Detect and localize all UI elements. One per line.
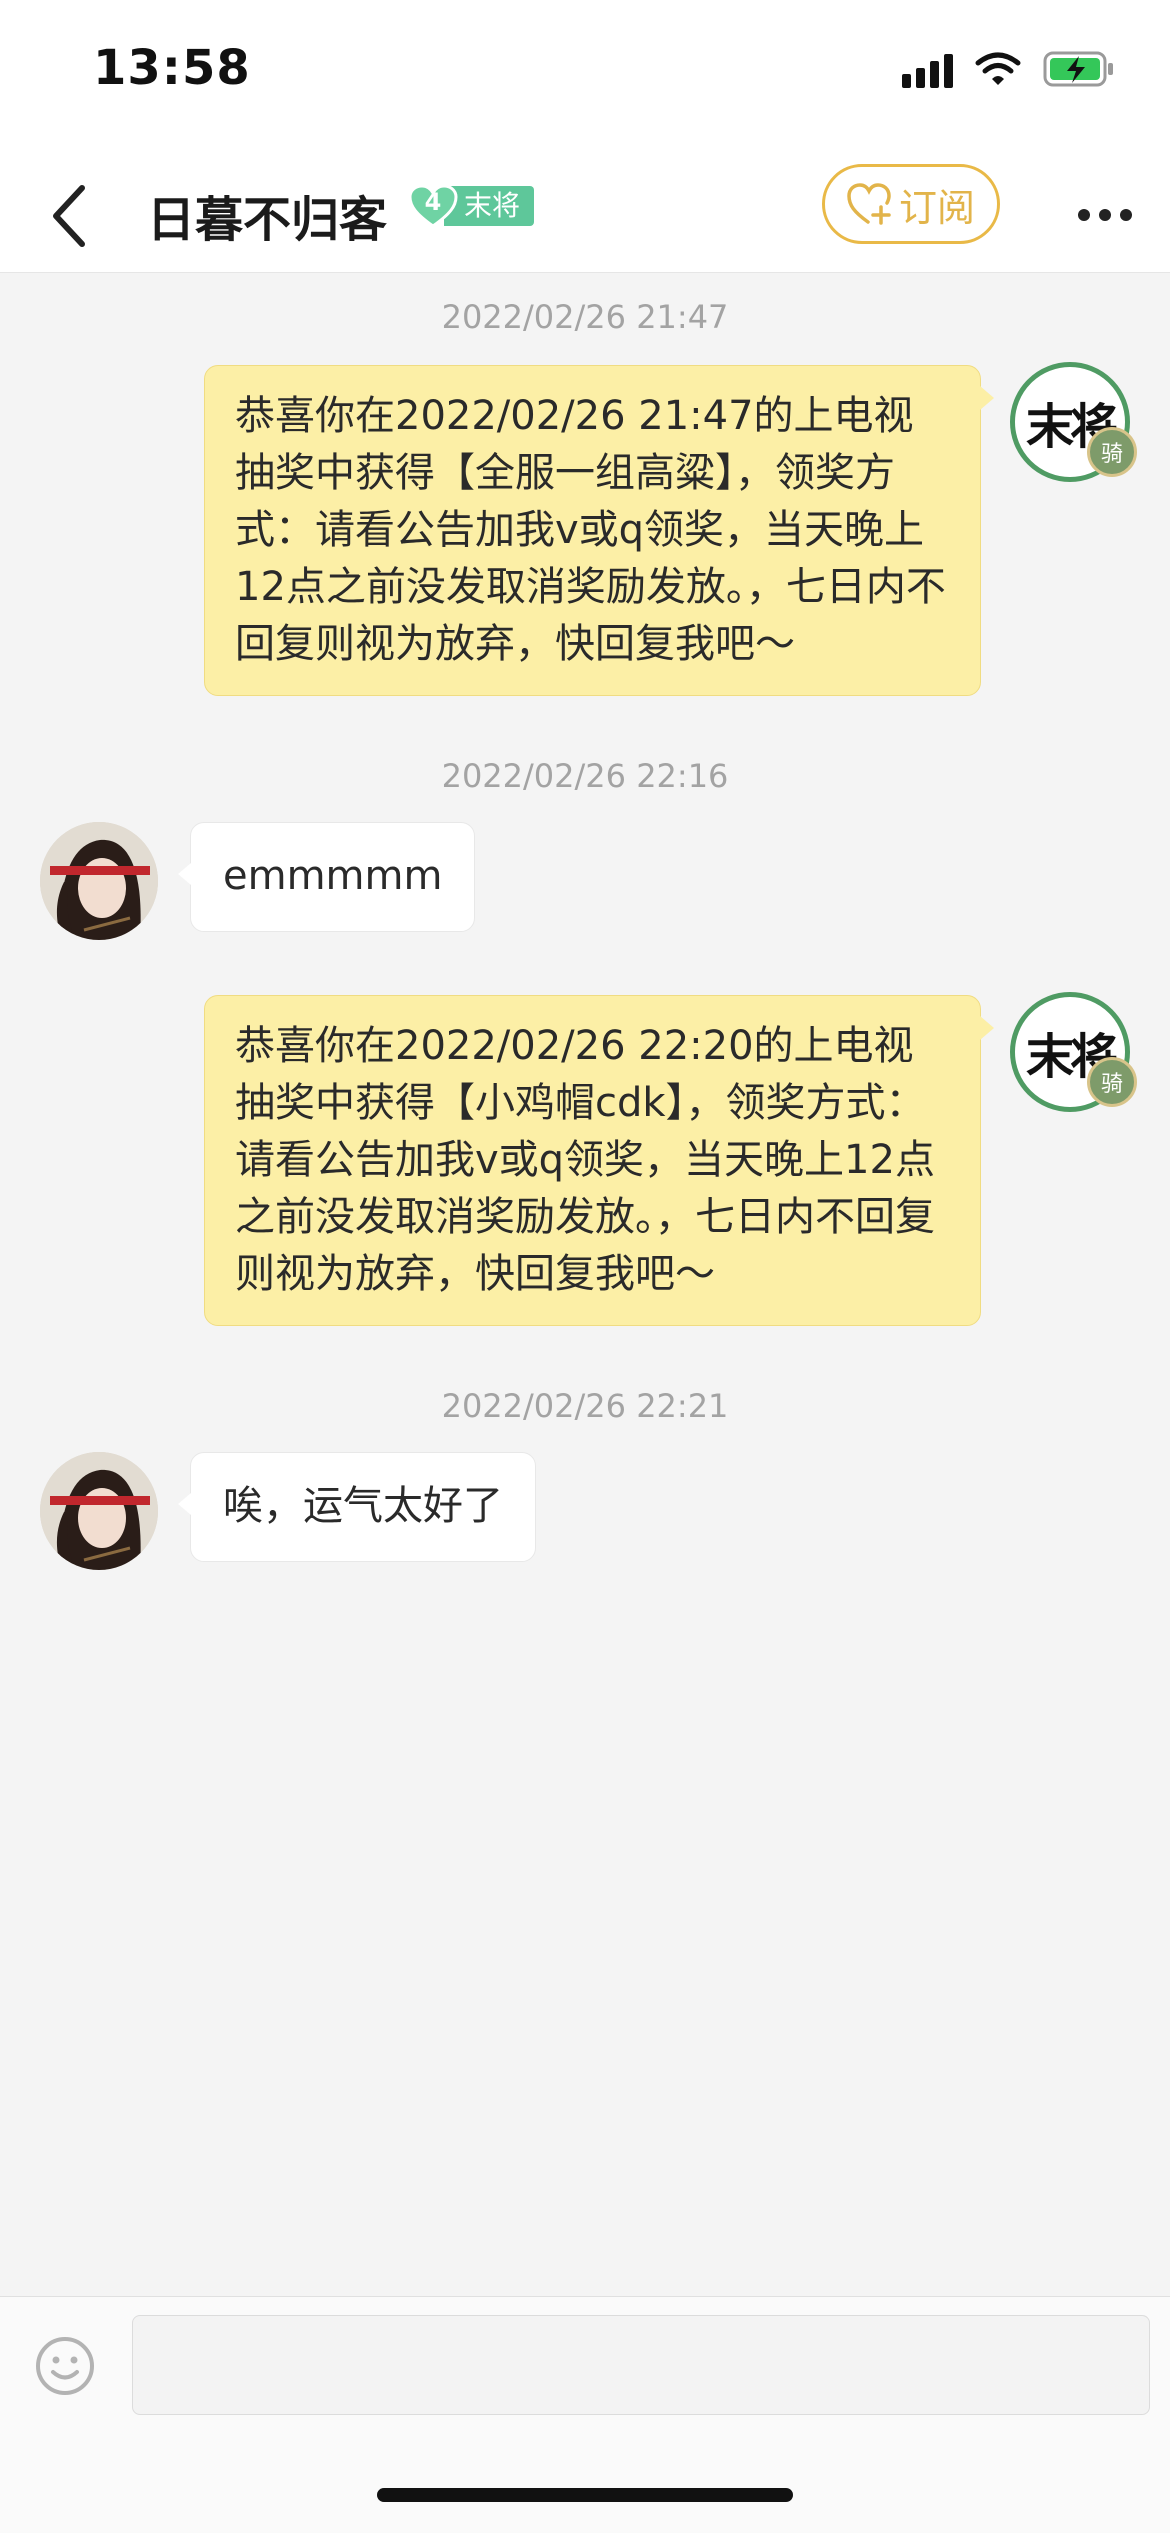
level-heart-icon: 4 bbox=[408, 184, 458, 228]
level-number: 4 bbox=[424, 188, 442, 216]
more-options-button[interactable] bbox=[1060, 170, 1150, 260]
user-avatar[interactable] bbox=[40, 1452, 158, 1570]
received-message-bubble[interactable]: 唉，运气太好了 bbox=[178, 1452, 536, 1562]
emoji-button[interactable] bbox=[34, 2335, 96, 2397]
message-timestamp: 2022/02/26 21:47 bbox=[441, 298, 729, 336]
level-badge: 4 末将 bbox=[408, 184, 556, 228]
back-button[interactable] bbox=[28, 170, 108, 262]
sender-avatar[interactable]: 末将 骑 bbox=[1010, 362, 1137, 482]
user-avatar[interactable] bbox=[40, 822, 158, 940]
more-dot-icon bbox=[1099, 209, 1111, 221]
user-avatar-portrait-icon bbox=[40, 1452, 158, 1570]
cavalry-badge: 骑 bbox=[1087, 1057, 1137, 1107]
heart-plus-icon bbox=[847, 183, 891, 225]
message-input[interactable] bbox=[132, 2315, 1150, 2415]
status-icons bbox=[902, 50, 1115, 88]
status-time: 13:58 bbox=[93, 40, 251, 96]
user-avatar-portrait-icon bbox=[40, 822, 158, 940]
home-indicator bbox=[377, 2488, 793, 2502]
smiley-icon bbox=[36, 2337, 94, 2395]
more-dot-icon bbox=[1120, 209, 1132, 221]
sent-message-bubble[interactable]: 恭喜你在2022/02/26 22:20的上电视抽奖中获得【小鸡帽cdk】，领奖… bbox=[204, 995, 994, 1326]
battery-charging-icon bbox=[1043, 50, 1115, 88]
chat-header: 日暮不归客 4 末将 订阅 bbox=[0, 160, 1170, 272]
top-bar: 13:58 日暮不归客 4 末将 订阅 bbox=[0, 0, 1170, 273]
subscribe-label: 订阅 bbox=[898, 185, 975, 230]
chevron-left-icon bbox=[53, 185, 85, 247]
message-timestamp: 2022/02/26 22:21 bbox=[441, 1387, 729, 1425]
received-message-bubble[interactable]: emmmmm bbox=[177, 822, 476, 932]
subscribe-button[interactable]: 订阅 bbox=[822, 164, 1000, 244]
more-dot-icon bbox=[1078, 209, 1090, 221]
message-timestamp: 2022/02/26 22:16 bbox=[441, 757, 729, 795]
wifi-icon bbox=[975, 51, 1021, 87]
cellular-signal-icon bbox=[902, 50, 953, 88]
chat-partner-name: 日暮不归客 bbox=[147, 192, 388, 248]
sent-message-bubble[interactable]: 恭喜你在2022/02/26 21:47的上电视抽奖中获得【全服一组高粱】，领奖… bbox=[204, 365, 994, 696]
sender-avatar[interactable]: 末将 骑 bbox=[1010, 992, 1137, 1112]
cavalry-badge: 骑 bbox=[1087, 427, 1137, 477]
